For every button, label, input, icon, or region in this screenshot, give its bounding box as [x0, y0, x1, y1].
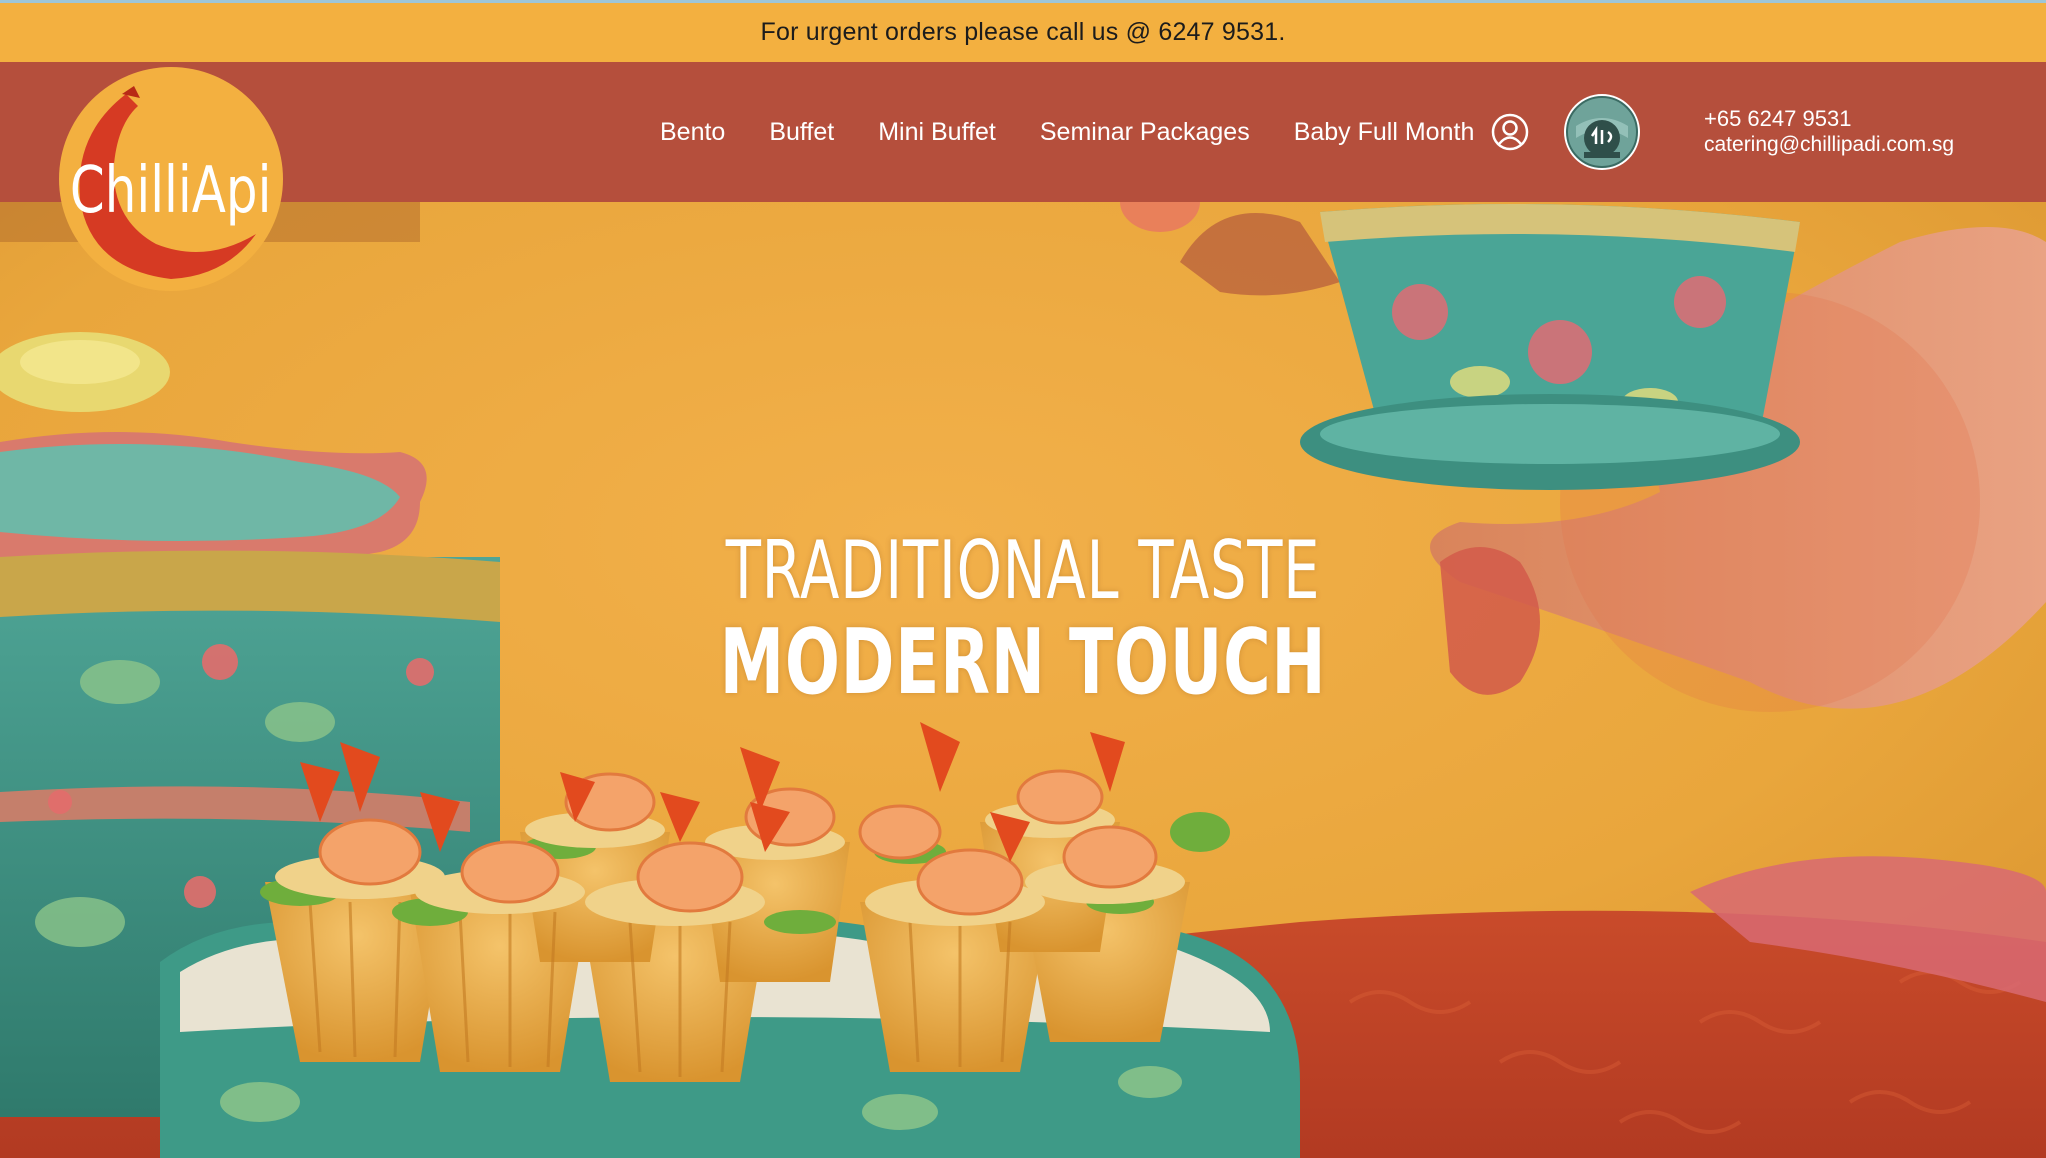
brand-logo[interactable]: ChilliApi — [56, 64, 286, 294]
contact-email[interactable]: catering@chillipadi.com.sg — [1704, 132, 1954, 158]
nav-item-baby-full-month[interactable]: Baby Full Month — [1294, 118, 1475, 147]
nav-item-buffet[interactable]: Buffet — [769, 118, 834, 147]
contact-info: +65 6247 9531 catering@chillipadi.com.sg — [1704, 106, 1954, 158]
hero-headline-line1: TRADITIONAL TASTE — [725, 524, 1321, 617]
announcement-text: For urgent orders please call us @ 6247 … — [760, 18, 1286, 46]
nav-item-seminar-packages[interactable]: Seminar Packages — [1040, 118, 1250, 147]
hero-headline-line2: MODERN TOUCH — [719, 610, 1327, 715]
announcement-bar: For urgent orders please call us @ 6247 … — [0, 0, 2046, 62]
account-icon[interactable] — [1490, 112, 1530, 152]
page: For urgent orders please call us @ 6247 … — [0, 0, 2046, 1158]
hero-banner: TRADITIONAL TASTE MODERN TOUCH — [0, 202, 2046, 1158]
contact-phone[interactable]: +65 6247 9531 — [1704, 106, 1954, 132]
nav-item-mini-buffet[interactable]: Mini Buffet — [878, 118, 996, 147]
site-header: Bento Buffet Mini Buffet Seminar Package… — [0, 62, 2046, 202]
nav-item-bento[interactable]: Bento — [660, 118, 725, 147]
main-nav: Bento Buffet Mini Buffet Seminar Package… — [660, 62, 1474, 202]
logo-text: ChilliApi — [70, 153, 272, 228]
halal-certification-icon — [1564, 94, 1640, 170]
